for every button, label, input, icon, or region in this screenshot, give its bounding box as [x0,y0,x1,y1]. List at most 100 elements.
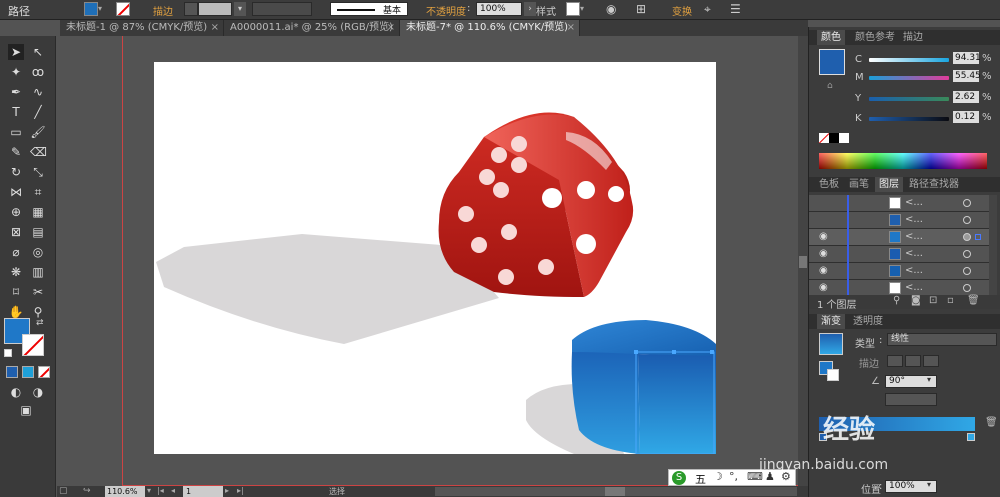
chevron-down-icon[interactable]: ▾ [927,480,931,489]
target-icon[interactable] [963,233,971,241]
draw-normal-icon[interactable]: ◐ [8,384,24,400]
first-page-icon[interactable]: |◂ [157,486,164,495]
artboard-nav-icon[interactable]: ▢ [59,486,73,497]
red-dice[interactable] [438,112,634,298]
stroke-mode-2[interactable] [905,355,921,367]
channel-k-slider[interactable] [869,117,949,121]
close-icon[interactable]: × [567,20,575,36]
tab-brushes[interactable]: 画笔 [845,177,873,192]
target-icon[interactable] [963,284,971,292]
artboard-tool-icon[interactable]: ⌑ [8,284,24,300]
eye-icon[interactable]: ◉ [819,248,828,259]
stroke-swatch[interactable] [116,2,130,16]
horizontal-scrollbar[interactable] [435,487,797,496]
eye-icon[interactable]: ◉ [819,231,828,242]
eraser-icon[interactable]: ⌫ [30,144,47,160]
magic-wand-icon[interactable]: ✦ [8,64,24,80]
layer-row[interactable]: ◉ <... [809,263,989,280]
stroke-color-box[interactable] [22,334,44,356]
channel-c-value[interactable]: 94.31 [953,52,981,64]
color-mode-button[interactable] [6,366,18,378]
fill-swatch[interactable] [84,2,98,16]
channel-c-slider[interactable] [869,58,949,62]
stroke-label[interactable]: 描边 [153,3,173,18]
target-icon[interactable] [963,199,971,207]
free-transform-icon[interactable]: ⌗ [30,184,46,200]
stroke-mode-1[interactable] [887,355,903,367]
tab-color[interactable]: 颜色 [817,30,845,45]
none-swatch[interactable] [819,133,829,143]
gradient-tool-icon[interactable]: ▤ [30,224,46,240]
tab-stroke[interactable]: 描边 [899,30,927,45]
mesh-tool-icon[interactable]: ⊠ [8,224,24,240]
channel-m-slider[interactable] [869,76,949,80]
layer-row[interactable]: <... [809,195,989,212]
chevron-down-icon[interactable]: ▾ [98,4,106,14]
punctuation-icon[interactable]: °, [729,470,738,483]
channel-k-value[interactable]: 0.12 [953,111,979,123]
selection-tool-icon[interactable]: ➤ [8,44,24,60]
last-page-icon[interactable]: ▸| [237,486,244,495]
eye-icon[interactable]: ◉ [819,265,828,276]
panel-menu-icon[interactable]: ☰ [730,2,741,16]
style-swatch[interactable] [566,2,580,16]
page-field[interactable]: 1 [183,486,223,497]
tab-document-1[interactable]: 未标题-1 @ 87% (CMYK/预览) × [60,20,224,36]
color-spectrum[interactable] [819,153,987,169]
close-icon[interactable]: × [211,20,219,36]
color-swatch[interactable] [819,49,845,75]
clipping-mask-icon[interactable]: ◙ [911,295,921,306]
white-swatch[interactable] [839,133,849,143]
tab-document-3[interactable]: 未标题-7* @ 110.6% (CMYK/预览) × [400,20,580,36]
slice-tool-icon[interactable]: ✂ [30,284,46,300]
eyedropper-icon[interactable]: ⌀ [8,244,24,260]
opacity-label[interactable]: 不透明度 [426,3,466,18]
black-swatch[interactable] [829,133,839,143]
perspective-grid-icon[interactable]: ▦ [30,204,46,220]
target-icon[interactable] [963,267,971,275]
type-tool-icon[interactable]: T [8,104,24,120]
gradient-mode-button[interactable] [22,366,34,378]
align-icon[interactable]: ⊞ [636,2,646,16]
artboard[interactable] [154,62,716,455]
trash-icon[interactable]: 🗑 [967,295,980,306]
line-tool-icon[interactable]: ╱ [30,104,46,120]
chevron-down-icon[interactable]: ▾ [927,375,931,384]
variable-width-dropdown[interactable] [252,2,312,16]
stroke-mode-3[interactable] [923,355,939,367]
default-colors-icon[interactable] [4,349,12,357]
paintbrush-icon[interactable]: 🖌 [30,124,46,140]
direct-selection-icon[interactable]: ↖ [30,44,46,60]
target-icon[interactable] [963,216,971,224]
scroll-thumb[interactable] [605,487,625,496]
pen-tool-icon[interactable]: ✒ [8,84,24,100]
target-icon[interactable] [963,250,971,258]
new-sublayer-icon[interactable]: ⊡ [929,295,937,306]
tab-color-guide[interactable]: 颜色参考 [851,30,899,45]
chevron-right-icon[interactable]: › [524,2,536,16]
channel-y-slider[interactable] [869,97,949,101]
layer-row[interactable]: ◉ <... [809,246,989,263]
tab-transparency[interactable]: 透明度 [849,314,887,329]
rotate-icon[interactable]: ↻ [8,164,24,180]
layer-row[interactable]: ◉ <... [809,229,989,246]
tab-swatches[interactable]: 色板 [815,177,843,192]
zoom-field[interactable]: 110.6% [105,486,145,497]
prev-page-icon[interactable]: ◂ [171,486,175,495]
export-icon[interactable]: ↪ [83,486,97,497]
next-page-icon[interactable]: ▸ [225,486,229,495]
new-layer-icon[interactable]: ▫ [947,295,954,306]
channel-y-value[interactable]: 2.62 [953,91,979,103]
layer-row[interactable]: <... [809,212,989,229]
gradient-preview[interactable] [819,333,843,355]
moon-icon[interactable]: ☽ [713,470,723,483]
vertical-scrollbar[interactable] [798,36,808,486]
chevron-down-icon[interactable]: ▾ [580,4,584,13]
swap-icon[interactable]: ⇄ [36,318,44,328]
aspect-ratio-field[interactable] [885,393,937,406]
curvature-icon[interactable]: ∿ [30,84,46,100]
graph-tool-icon[interactable]: ▥ [30,264,46,280]
width-tool-icon[interactable]: ⋈ [8,184,24,200]
opacity-field[interactable]: 100% [476,2,522,16]
chevron-down-icon[interactable]: ▾ [147,486,151,495]
